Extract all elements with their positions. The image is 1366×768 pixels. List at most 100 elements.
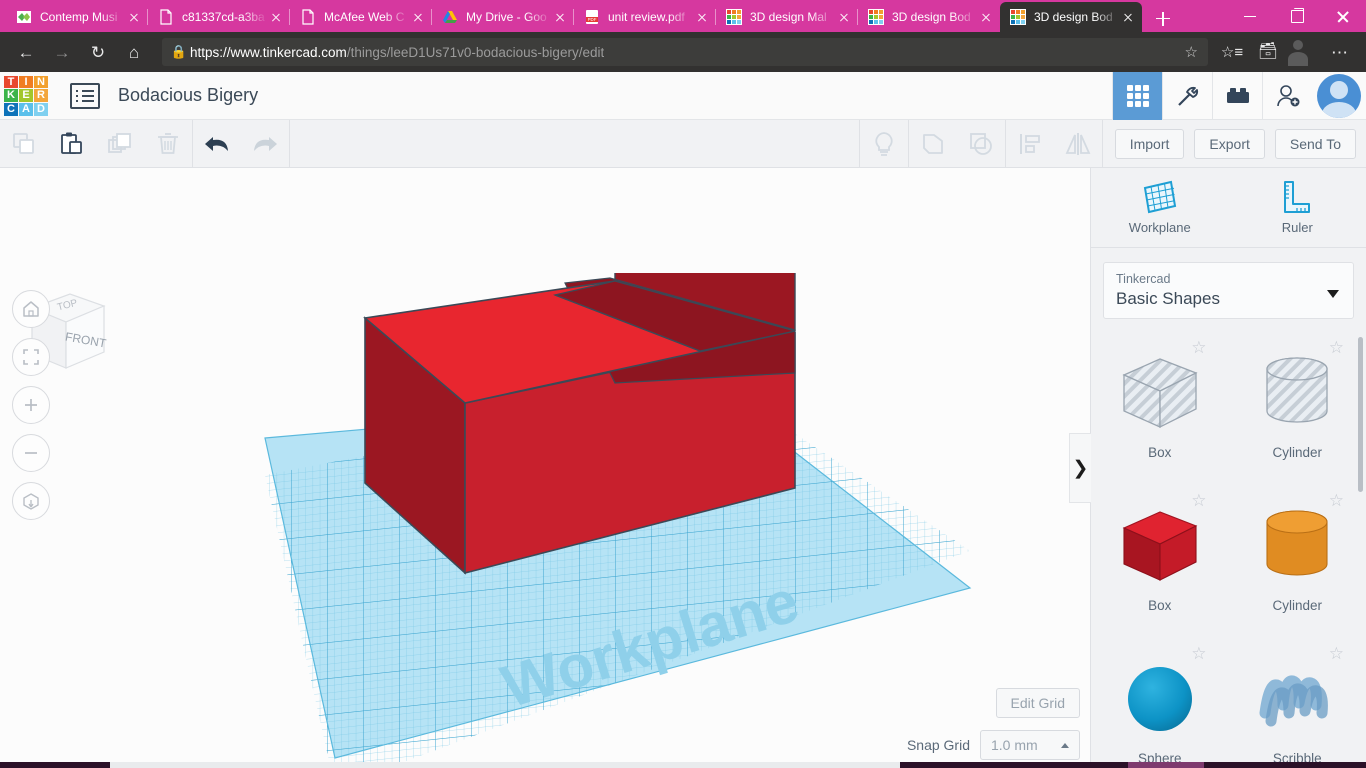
box-shape-3d[interactable] — [360, 273, 830, 593]
shape-item-scribble[interactable]: ☆ Scribble — [1229, 637, 1366, 768]
reload-icon[interactable]: ↻ — [80, 36, 116, 68]
home-icon[interactable]: ⌂ — [116, 36, 152, 68]
invite-person-icon[interactable] — [1262, 71, 1312, 120]
scribble-icon — [1251, 653, 1343, 745]
zoom-out-icon[interactable] — [12, 434, 50, 472]
close-icon[interactable] — [126, 9, 142, 25]
chevron-up-icon — [1061, 742, 1069, 748]
browser-tab[interactable]: McAfee Web C — [289, 2, 432, 32]
page-title[interactable]: Bodacious Bigery — [118, 85, 258, 106]
panel-collapse-button[interactable]: ❯ — [1069, 433, 1091, 503]
workplane-tool[interactable]: Workplane — [1091, 168, 1229, 247]
close-icon[interactable] — [694, 9, 710, 25]
browser-tab[interactable]: 3D design Mal — [715, 2, 858, 32]
music-icon — [16, 9, 32, 25]
document-icon — [158, 9, 174, 25]
shape-item-cylinder-hole[interactable]: ☆ Cylinder — [1229, 331, 1366, 484]
ungroup-icon[interactable] — [957, 120, 1005, 168]
export-button[interactable]: Export — [1194, 128, 1265, 159]
favorite-star-icon[interactable]: ☆ — [1191, 492, 1206, 509]
home-view-icon[interactable] — [12, 290, 50, 328]
profile-avatar[interactable] — [1286, 36, 1322, 68]
browser-tab[interactable]: My Drive - Goo — [431, 2, 574, 32]
favorites-icon[interactable]: ☆≡ — [1214, 36, 1250, 68]
shape-grid: ☆ Box ☆ Cylinder ☆ Box ☆ Cylinder ☆ Sphe… — [1091, 331, 1366, 768]
redo-icon[interactable] — [241, 120, 289, 168]
back-arrow-icon[interactable]: ← — [8, 36, 44, 68]
delete-trash-icon[interactable] — [144, 120, 192, 168]
undo-icon[interactable] — [193, 120, 241, 168]
tinkercad-icon — [726, 9, 742, 25]
logo-letter: K — [4, 89, 18, 102]
design-canvas[interactable]: Workplane TOP FRONT Edit Grid Snap Grid … — [0, 168, 1090, 768]
favorite-star-icon[interactable]: ☆ — [1191, 645, 1206, 662]
new-tab-button[interactable] — [1148, 4, 1178, 32]
library-name: Basic Shapes — [1116, 289, 1220, 309]
copy-icon[interactable] — [0, 120, 48, 168]
favorite-star-icon[interactable]: ☆ — [1191, 339, 1206, 356]
library-owner: Tinkercad — [1116, 272, 1171, 287]
lightbulb-icon[interactable] — [860, 120, 908, 168]
star-icon[interactable]: ☆ — [1185, 43, 1202, 61]
tab-title: unit review.pdf — [608, 10, 685, 24]
close-icon[interactable] — [552, 9, 568, 25]
close-icon[interactable] — [1120, 9, 1136, 25]
url-text: https://www.tinkercad.com/things/leeD1Us… — [190, 45, 604, 60]
logo-letter: I — [19, 75, 33, 89]
shape-library-select[interactable]: Tinkercad Basic Shapes — [1103, 262, 1354, 320]
browser-tab[interactable]: Contemp Musi — [6, 2, 148, 32]
tab-title: McAfee Web C — [324, 10, 405, 24]
import-button[interactable]: Import — [1114, 128, 1185, 159]
browser-tab[interactable]: PDF unit review.pdf — [573, 2, 716, 32]
close-window-icon[interactable] — [1320, 0, 1366, 32]
align-icon[interactable] — [1006, 120, 1054, 168]
tab-title: My Drive - Goo — [466, 10, 547, 24]
fit-to-view-icon[interactable] — [12, 338, 50, 376]
shape-item-box-solid[interactable]: ☆ Box — [1091, 484, 1229, 637]
more-icon[interactable]: ⋯ — [1322, 36, 1358, 68]
close-icon[interactable] — [268, 9, 284, 25]
snap-grid-select[interactable]: 1.0 mm — [980, 730, 1080, 760]
collections-icon[interactable]: 🗃 — [1250, 36, 1286, 68]
shape-label: Cylinder — [1272, 598, 1323, 614]
clipboard-group — [0, 120, 192, 168]
group-icon[interactable] — [909, 120, 957, 168]
gallery-grid-icon[interactable] — [1112, 71, 1162, 120]
list-menu-icon[interactable] — [70, 82, 100, 109]
favorite-star-icon[interactable]: ☆ — [1329, 339, 1344, 356]
ortho-perspective-icon[interactable] — [12, 482, 50, 520]
shape-label: Box — [1148, 445, 1172, 461]
edit-grid-button[interactable]: Edit Grid — [995, 688, 1080, 718]
minimize-icon[interactable] — [1228, 0, 1274, 32]
avatar[interactable] — [1312, 72, 1366, 120]
tinkercad-logo[interactable]: T I N K E R C A D — [4, 75, 48, 116]
forward-arrow-icon[interactable]: → — [44, 36, 80, 68]
browser-tab[interactable]: 3D design Bod — [857, 2, 1000, 32]
shape-item-cylinder-solid[interactable]: ☆ Cylinder — [1229, 484, 1366, 637]
zoom-in-icon[interactable] — [12, 386, 50, 424]
ruler-tool[interactable]: Ruler — [1229, 168, 1366, 247]
ruler-tool-label: Ruler — [1281, 220, 1313, 235]
app-header: T I N K E R C A D Bodacious Bigery — [0, 71, 1366, 120]
favorite-star-icon[interactable]: ☆ — [1329, 645, 1344, 662]
panel-tools: Workplane Ruler — [1091, 168, 1366, 249]
tab-title: 3D design Bod — [1034, 10, 1113, 24]
shape-item-sphere[interactable]: ☆ Sphere — [1091, 637, 1229, 768]
brick-blocks-icon[interactable] — [1212, 71, 1262, 120]
address-bar[interactable]: 🔒 https://www.tinkercad.com/things/leeD1… — [162, 38, 1208, 66]
red-box-icon — [1114, 500, 1206, 592]
maximize-icon[interactable] — [1274, 0, 1320, 32]
send-to-button[interactable]: Send To — [1274, 128, 1356, 159]
close-icon[interactable] — [410, 9, 426, 25]
duplicate-icon[interactable] — [96, 120, 144, 168]
close-icon[interactable] — [978, 9, 994, 25]
codeblocks-hammer-icon[interactable] — [1162, 71, 1212, 120]
shape-item-box-hole[interactable]: ☆ Box — [1091, 331, 1229, 484]
favorite-star-icon[interactable]: ☆ — [1329, 492, 1344, 509]
pdf-icon: PDF — [584, 9, 600, 25]
browser-tab[interactable]: c81337cd-a3ba — [147, 2, 290, 32]
mirror-flip-icon[interactable] — [1054, 120, 1102, 168]
close-icon[interactable] — [836, 9, 852, 25]
paste-icon[interactable] — [48, 120, 96, 168]
browser-tab-active[interactable]: 3D design Bod — [1000, 2, 1142, 32]
